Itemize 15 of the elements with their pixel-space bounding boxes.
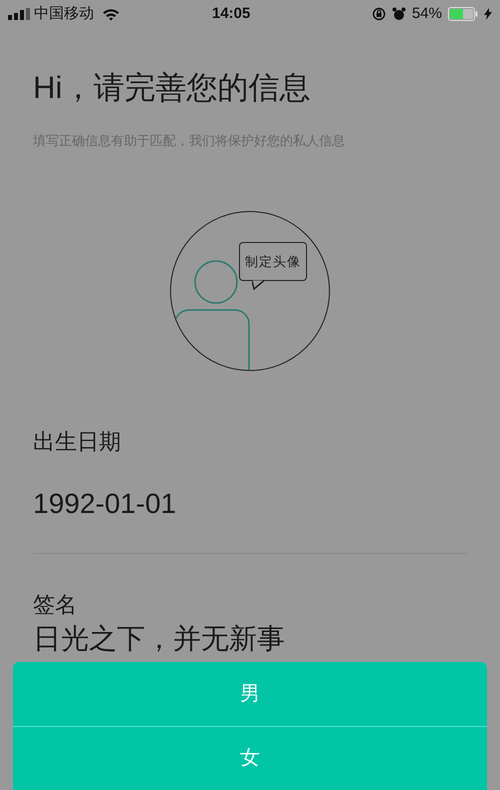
clock-time: 14:05 — [212, 4, 250, 24]
field-label: 签名 — [33, 590, 78, 618]
alarm-icon — [392, 7, 406, 21]
charging-icon — [484, 8, 492, 20]
bubble-tail-icon — [252, 280, 266, 290]
battery-icon — [448, 7, 478, 21]
field-value[interactable]: 日光之下，并无新事 — [33, 622, 467, 656]
field-label: 出生日期 — [33, 428, 122, 456]
field-value[interactable]: 1992-01-01 — [33, 486, 467, 520]
page-title: Hi，请完善您的信息 — [33, 69, 312, 107]
rotation-lock-icon — [372, 7, 386, 21]
battery-percent: 54% — [412, 4, 442, 24]
wifi-icon — [102, 8, 120, 20]
carrier-name: 中国移动 — [34, 4, 94, 24]
signal-icon — [8, 8, 30, 20]
